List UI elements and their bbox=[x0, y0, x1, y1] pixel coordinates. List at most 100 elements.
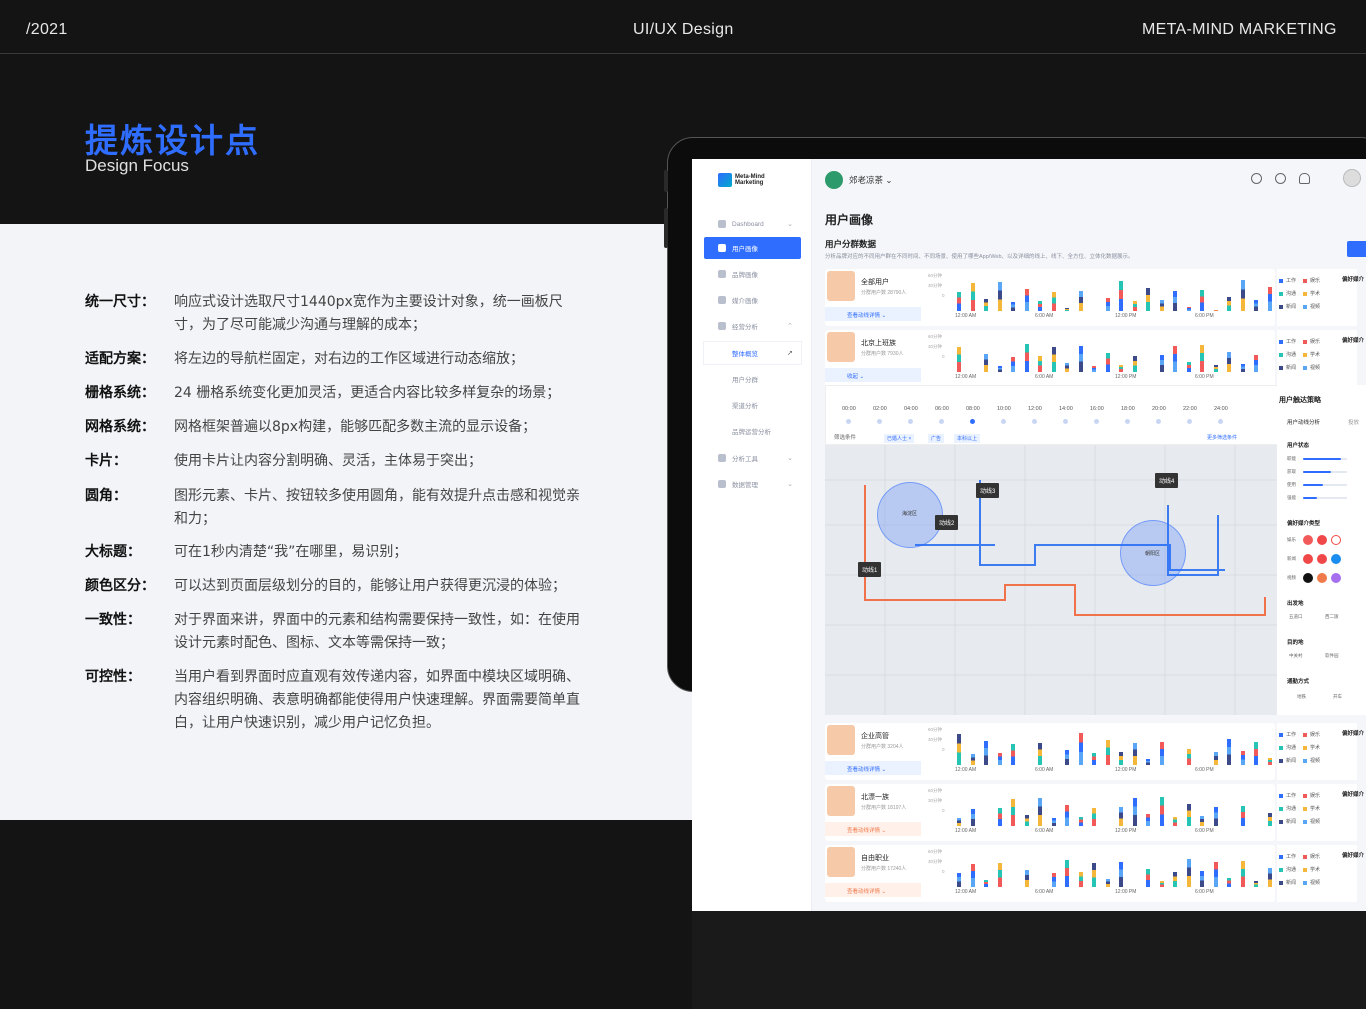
time-marker[interactable] bbox=[1125, 419, 1130, 424]
detail-toggle-button[interactable]: 查看动线详情 ⌄ bbox=[825, 307, 921, 321]
time-marker[interactable] bbox=[939, 419, 944, 424]
detail-toggle-button[interactable]: 查看动线详情 ⌄ bbox=[825, 761, 921, 775]
user-group-card[interactable]: 北京上班族 分群用户数 7930人 收起 ⌄ 60分钟 30分钟 0 12:00 AM 6:0… bbox=[825, 330, 1275, 387]
activity-bar bbox=[1011, 799, 1015, 826]
action-button[interactable] bbox=[1347, 241, 1366, 257]
media-app-icon bbox=[1317, 573, 1327, 583]
legend-label: 工作 bbox=[1286, 732, 1297, 738]
subnav-channel-analysis[interactable]: 渠道分析 bbox=[704, 394, 801, 416]
legend-label: 沟通 bbox=[1286, 867, 1297, 873]
category-legend: 工作 娱乐 沟通 学术 新闻 视频 偏好媒介 bbox=[1277, 330, 1364, 387]
detail-toggle-button[interactable]: 查看动线详情 ⌄ bbox=[825, 883, 921, 897]
activity-bar bbox=[1132, 301, 1137, 311]
status-label: 用户状态 bbox=[1287, 443, 1310, 449]
activity-bar bbox=[1119, 862, 1123, 887]
app-logo[interactable]: Meta-Mind Marketing bbox=[718, 173, 775, 187]
activity-bar bbox=[1200, 290, 1204, 311]
brand-selector[interactable]: 郊老凉茶 ⌄ bbox=[849, 174, 893, 186]
activity-bar bbox=[1159, 797, 1164, 826]
activity-bar bbox=[1254, 355, 1258, 372]
legend-item: 新闻 bbox=[1279, 364, 1296, 371]
legend-swatch bbox=[1279, 819, 1283, 824]
subnav-brand-operations[interactable]: 品牌运营分析 bbox=[704, 420, 801, 442]
time-marker[interactable] bbox=[877, 419, 882, 424]
nav-item-media-profile[interactable]: 媒介画像 bbox=[704, 289, 801, 311]
legend-item: 工作 bbox=[1279, 731, 1296, 738]
nav-item-business-analysis[interactable]: 经营分析 ⌃ bbox=[704, 315, 801, 337]
bell-icon[interactable] bbox=[1299, 173, 1310, 184]
time-marker[interactable] bbox=[1156, 419, 1161, 424]
time-marker[interactable] bbox=[1187, 419, 1192, 424]
media-app-icon bbox=[1303, 554, 1313, 564]
nav-item-data-management[interactable]: 数据管理 ⌄ bbox=[704, 473, 801, 495]
route-label[interactable]: 动线3 bbox=[976, 483, 1000, 498]
x-axis-label: 12:00 PM bbox=[1115, 313, 1137, 319]
search-icon[interactable] bbox=[1251, 173, 1262, 184]
activity-bar bbox=[957, 734, 961, 765]
user-group-card[interactable]: 全部用户 分群用户数 28790人 查看动线详情 ⌄ 60分钟 30分钟 0 12:00 A… bbox=[825, 269, 1275, 326]
subnav-user-groups[interactable]: 用户分群 bbox=[704, 368, 801, 390]
activity-bar bbox=[1038, 743, 1042, 765]
filter-chip[interactable]: 广告 bbox=[928, 434, 945, 443]
nav-item-brand-profile[interactable]: 品牌画像 bbox=[704, 263, 801, 285]
avatar[interactable] bbox=[1343, 169, 1361, 187]
time-marker[interactable] bbox=[908, 419, 913, 424]
more-filters-link[interactable]: 更多筛选条件 bbox=[1207, 434, 1237, 441]
activity-bar bbox=[1200, 345, 1204, 372]
activity-bar bbox=[1186, 307, 1191, 311]
time-label: 08:00 bbox=[966, 406, 980, 412]
legend-item: 娱乐 bbox=[1303, 338, 1320, 345]
subnav-overview[interactable]: 整体概览 ➚ bbox=[704, 342, 801, 364]
tab-route-analysis[interactable]: 用户动线分析 bbox=[1287, 418, 1320, 426]
legend-swatch bbox=[1303, 732, 1307, 737]
x-axis-label: 6:00 AM bbox=[1035, 374, 1054, 380]
legend-label: 视频 bbox=[1310, 758, 1321, 764]
filter-chip[interactable]: 已婚人士 × bbox=[884, 434, 915, 443]
app-screen: Meta-Mind Marketing Dashboard ⌄ 用户画像 品牌画像… bbox=[692, 159, 1366, 911]
time-marker[interactable] bbox=[1218, 419, 1223, 424]
tab-placement[interactable]: 投放 bbox=[1348, 418, 1359, 426]
category-legend: 工作 娱乐 沟通 学术 新闻 视频 偏好媒介 bbox=[1277, 845, 1364, 902]
user-group-card[interactable]: 自由职业 分群用户数 17240人 查看动线详情 ⌄ 60分钟 30分钟 0 12:00 A… bbox=[825, 845, 1275, 902]
commute-value: 开车 bbox=[1333, 694, 1342, 699]
time-marker[interactable] bbox=[1094, 419, 1099, 424]
category-legend: 工作 娱乐 沟通 学术 新闻 视频 偏好媒介 bbox=[1277, 723, 1364, 780]
media-row-label: 娱乐 bbox=[1287, 537, 1296, 542]
route-label[interactable]: 动线1 bbox=[858, 562, 882, 577]
detail-toggle-button[interactable]: 查看动线详情 ⌄ bbox=[825, 822, 921, 836]
group-name: 自由职业 bbox=[861, 855, 889, 862]
help-icon[interactable] bbox=[1275, 173, 1286, 184]
time-label: 16:00 bbox=[1090, 406, 1104, 412]
time-marker[interactable] bbox=[1032, 419, 1037, 424]
route-label[interactable]: 动线4 bbox=[1155, 473, 1179, 488]
user-group-card[interactable]: 企业高管 分群用户数 3204人 查看动线详情 ⌄ 60分钟 30分钟 0 12:00 AM… bbox=[825, 723, 1275, 780]
legend-swatch bbox=[1279, 880, 1283, 885]
user-group-card[interactable]: 北漂一族 分群用户数 18197人 查看动线详情 ⌄ 60分钟 30分钟 0 12:00 A… bbox=[825, 784, 1275, 841]
app-header: 郊老凉茶 ⌄ bbox=[813, 159, 1366, 199]
nav-item-dashboard[interactable]: Dashboard ⌄ bbox=[704, 213, 801, 235]
departure-value: 五道口 bbox=[1289, 614, 1303, 619]
y-axis-label: 30分钟 bbox=[928, 859, 943, 864]
design-point: 适配方案： 将左边的导航栏固定，对右边的工作区域进行动态缩放； bbox=[85, 348, 605, 371]
nav-item-user-profile[interactable]: 用户画像 bbox=[704, 237, 801, 259]
activity-bar bbox=[970, 809, 975, 826]
time-marker[interactable] bbox=[970, 419, 975, 424]
nav-item-analysis-tools[interactable]: 分析工具 ⌄ bbox=[704, 447, 801, 469]
time-slider[interactable]: 00:00 02:00 04:00 06:00 08:00 10:00 12:00 14:00… bbox=[825, 385, 1280, 445]
time-marker[interactable] bbox=[1001, 419, 1006, 424]
group-count: 分群用户数 17240人 bbox=[861, 866, 907, 872]
activity-bar bbox=[1146, 759, 1150, 765]
detail-label: 收起 bbox=[847, 374, 859, 380]
avatar bbox=[827, 271, 855, 301]
y-axis-label: 60分钟 bbox=[928, 849, 943, 854]
activity-bar bbox=[1267, 758, 1272, 765]
time-marker[interactable] bbox=[1063, 419, 1068, 424]
detail-toggle-button[interactable]: 收起 ⌄ bbox=[825, 368, 921, 382]
time-marker[interactable] bbox=[846, 419, 851, 424]
activity-bar bbox=[1146, 869, 1150, 887]
legend-swatch bbox=[1303, 745, 1307, 750]
filter-chip[interactable]: 本科以上 bbox=[954, 434, 981, 443]
route-label[interactable]: 动线2 bbox=[935, 515, 959, 530]
x-axis-label: 12:00 PM bbox=[1115, 374, 1137, 380]
legend-label: 新闻 bbox=[1286, 880, 1297, 886]
